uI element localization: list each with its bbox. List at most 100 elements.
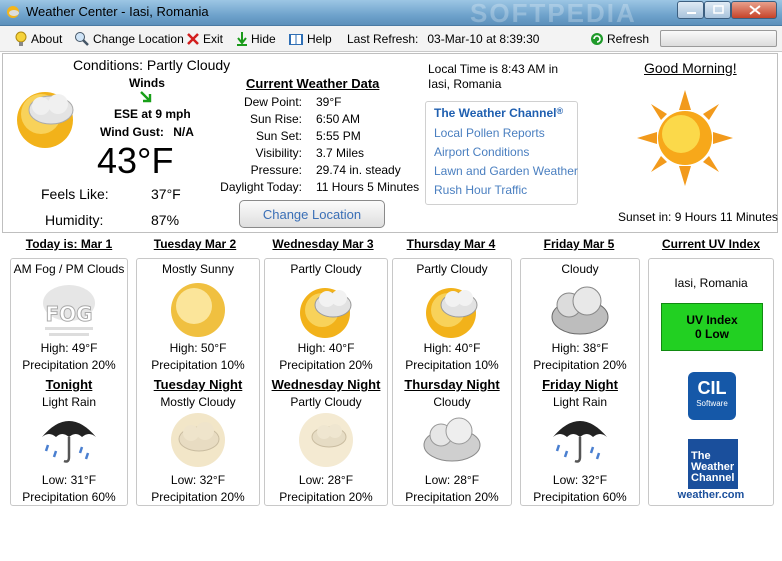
lawn-garden-link[interactable]: Lawn and Garden Weather [434, 164, 578, 178]
forecast-card-1: AM Fog / PM Clouds FOG High: 49°F Precip… [10, 258, 128, 506]
night-title: Thursday Night [404, 377, 500, 392]
winds-label: Winds [129, 76, 165, 90]
high-temp: High: 50°F [169, 341, 227, 355]
partly-cloudy-icon [17, 92, 74, 148]
wind-direction-arrow-icon [140, 91, 152, 103]
pressure-label: Pressure: [250, 163, 302, 177]
change-location-button[interactable]: Change Location [239, 200, 385, 228]
high-temp: High: 40°F [297, 341, 355, 355]
night-title: Wednesday Night [271, 377, 381, 392]
visibility-label: Visibility: [255, 146, 302, 160]
pollen-reports-link[interactable]: Local Pollen Reports [434, 126, 545, 140]
sunset-countdown: Sunset in: 9 Hours 11 Minutes [618, 210, 778, 224]
maximize-button[interactable] [704, 1, 731, 19]
humidity-value: 87% [151, 212, 180, 228]
current-data-values: 39°F 6:50 AM 5:55 PM 3.7 Miles 29.74 in.… [316, 94, 419, 196]
svg-text:FOG: FOG [45, 302, 92, 326]
pressure-value: 29.74 in. steady [316, 163, 401, 177]
mostly-cloudy-night-icon [171, 413, 225, 467]
app-window: Weather Center - Iasi, Romania SOFTPEDIA… [0, 0, 782, 561]
low-temp: Low: 31°F [41, 473, 97, 487]
exit-button[interactable]: Exit [186, 31, 223, 47]
feels-like-value: 37°F [151, 186, 181, 202]
change-location-toolbar-button[interactable]: Change Location [74, 31, 184, 47]
local-place: Iasi, Romania [428, 77, 502, 91]
minimize-icon [687, 12, 696, 14]
day-header-1: Today is: Mar 1 [25, 237, 113, 251]
conditions-label: Conditions: Partly Cloudy [73, 57, 231, 73]
sunset-label: Sun Set: [255, 129, 302, 143]
greeting-text: Good Morning! [644, 60, 737, 76]
airport-conditions-link[interactable]: Airport Conditions [434, 145, 529, 159]
night-condition: Mostly Cloudy [160, 395, 236, 409]
title-bar[interactable]: Weather Center - Iasi, Romania SOFTPEDIA [0, 0, 782, 28]
about-label: About [31, 32, 63, 46]
weather-com-link[interactable]: weather.com [649, 489, 773, 501]
help-label: Help [307, 32, 332, 46]
night-condition: Light Rain [552, 395, 608, 409]
day-condition: Partly Cloudy [290, 262, 362, 276]
exit-label: Exit [203, 32, 224, 46]
night-title: Tonight [45, 377, 93, 392]
wind-value: ESE at 9 mph [114, 107, 191, 121]
partly-cloudy-day-icon [300, 288, 352, 338]
uv-place: Iasi, Romania [674, 276, 748, 290]
lightbulb-icon [15, 31, 27, 46]
night-precip: Precipitation 60% [22, 490, 116, 504]
toolbar: About Change Location Exit Hide Help Las… [0, 26, 782, 52]
weather-channel-links-box: The Weather Channel® Local Pollen Report… [425, 101, 578, 205]
partly-cloudy-night-icon [299, 413, 353, 467]
daylight-value: 11 Hours 5 Minutes [316, 180, 420, 194]
cil-software-logo[interactable]: CIL Software [688, 372, 736, 420]
day-precip: Precipitation 20% [22, 358, 116, 372]
uv-index-value: 0 Low [694, 327, 729, 341]
partly-cloudy-day-icon [426, 288, 478, 338]
day-precip: Precipitation 20% [533, 358, 627, 372]
uv-index-badge: UV Index 0 Low [661, 303, 763, 351]
mostly-sunny-icon [171, 283, 225, 337]
high-temp: High: 49°F [40, 341, 98, 355]
day-header-3: Wednesday Mar 3 [272, 237, 374, 251]
low-temp: Low: 32°F [552, 473, 608, 487]
humidity-label: Humidity: [45, 212, 104, 228]
day-precip: Precipitation 20% [279, 358, 373, 372]
low-temp: Low: 28°F [424, 473, 480, 487]
umbrella-rain-icon [553, 421, 607, 463]
uv-index-label: UV Index [686, 313, 738, 327]
current-temperature: 43°F [97, 140, 174, 181]
refresh-button[interactable]: Refresh [590, 31, 649, 47]
watermark-text: SOFTPEDIA [470, 0, 637, 28]
weather-channel-logo[interactable]: The Weather Channel [688, 439, 738, 489]
wind-gust-label: Wind Gust: [100, 125, 164, 139]
high-temp: High: 38°F [551, 341, 609, 355]
red-x-icon [187, 33, 199, 45]
weather-channel-title: The Weather Channel® [434, 106, 564, 120]
night-precip: Precipitation 20% [405, 490, 499, 504]
about-button[interactable]: About [14, 31, 62, 47]
day-condition: AM Fog / PM Clouds [13, 262, 125, 276]
day-header-5: Friday Mar 5 [543, 237, 615, 251]
close-window-button[interactable] [731, 1, 777, 19]
current-data-title: Current Weather Data [246, 76, 380, 91]
refresh-label: Refresh [607, 32, 650, 46]
night-title: Friday Night [542, 377, 618, 392]
forecast-card-3: Partly Cloudy High: 40°F Precipitation 2… [264, 258, 388, 506]
magnifier-icon [75, 32, 89, 46]
sunrise-value: 6:50 AM [316, 112, 361, 126]
rush-hour-traffic-link[interactable]: Rush Hour Traffic [434, 183, 527, 197]
window-title: Weather Center - Iasi, Romania [26, 4, 209, 19]
wind-gust-value: N/A [173, 125, 194, 139]
uv-header: Current UV Index [661, 237, 760, 251]
forecast-card-2: Mostly Sunny High: 50°F Precipitation 10… [136, 258, 260, 506]
day-precip: Precipitation 10% [151, 358, 245, 372]
current-data-labels: Dew Point: Sun Rise: Sun Set: Visibility… [201, 94, 302, 196]
hide-button[interactable]: Hide [236, 31, 276, 47]
change-location-label: Change Location [93, 32, 184, 46]
uv-index-card: Iasi, Romania UV Index 0 Low CIL Softwar… [648, 258, 774, 506]
sun-cloud-app-icon [7, 6, 19, 18]
day-header-4: Thursday Mar 4 [406, 237, 496, 251]
help-button[interactable]: Help [288, 31, 332, 47]
day-condition: Partly Cloudy [416, 262, 488, 276]
minimize-button[interactable] [677, 1, 704, 19]
sunset-value: 5:55 PM [316, 129, 361, 143]
